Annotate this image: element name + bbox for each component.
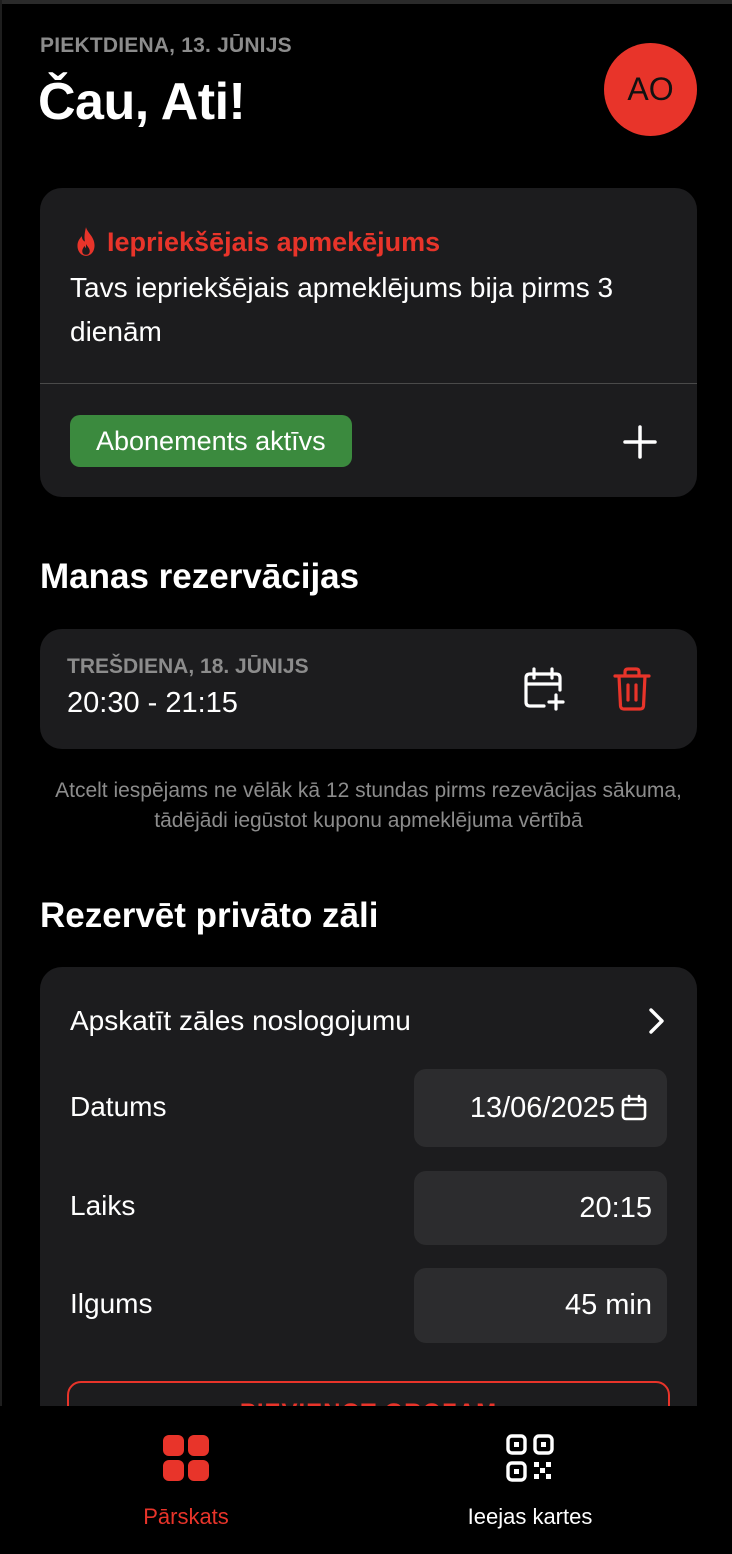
nav-overview-label: Pārskats [143,1504,229,1529]
cancellation-note: Atcelt iespējams ne vēlāk kā 12 stundas … [55,779,682,832]
trash-icon [613,667,651,711]
reservations-section-title: Manas rezervācijas [40,557,360,596]
time-label: Laiks [70,1190,136,1221]
date-label: Datums [70,1091,167,1122]
calendar-plus-icon [524,667,565,711]
time-input-field[interactable]: 20:15 [414,1171,667,1245]
greeting-title: Čau, Ati! [38,73,246,131]
avatar-initials: AO [627,71,674,107]
date-picker-field[interactable]: 13/06/2025 [414,1069,667,1147]
booking-section-title: Rezervēt privāto zāli [40,896,379,935]
avatar[interactable]: AO [604,43,697,136]
dashboard-grid-icon [163,1435,209,1481]
time-value: 20:15 [579,1191,652,1224]
add-subscription-button[interactable] [620,422,660,462]
bottom-navigation: Pārskats Ieejas kartes [0,1406,732,1554]
last-visit-card: Iepriekšējais apmekējums Tavs iepriekšēj… [40,188,697,497]
nav-entry-cards-label: Ieejas kartes [467,1504,593,1529]
duration-label: Ilgums [70,1288,153,1319]
view-occupancy-link[interactable]: Apskatīt zāles noslogojumu [70,1001,667,1041]
last-visit-title: Iepriekšējais apmekējums [107,226,441,257]
delete-reservation-button[interactable] [612,666,652,712]
chevron-right-icon [649,1008,664,1034]
calendar-icon [621,1094,647,1121]
flame-icon [77,227,95,256]
nav-tab-entry-cards[interactable]: Ieejas kartes [440,1406,620,1554]
reservation-date: TREŠDIENA, 18. JŪNIJS [67,655,309,678]
last-visit-heading: Iepriekšējais apmekējums [73,226,440,258]
duration-input-field[interactable]: 45 min [414,1268,667,1343]
nav-tab-overview[interactable]: Pārskats [110,1406,262,1554]
booking-card: Apskatīt zāles noslogojumu Datums 13/06/… [40,967,697,1406]
last-visit-text: Tavs iepriekšējais apmeklējums bija pirm… [70,272,614,347]
main-scroll-area[interactable]: PIEKTDIENA, 13. JŪNIJS Čau, Ati! AO Iepr… [0,0,732,1406]
duration-value: 45 min [564,1289,652,1321]
date-value: 13/06/2025 [469,1091,615,1124]
current-date: PIEKTDIENA, 13. JŪNIJS [40,34,292,57]
subscription-status-badge: Abonements aktīvs [70,415,352,467]
qr-code-icon [506,1434,554,1482]
add-to-cart-button[interactable]: PIEVIENOT GROZAM [67,1381,670,1406]
card-divider [40,383,697,384]
reservation-time: 20:30 - 21:15 [67,687,238,719]
add-to-calendar-button[interactable] [522,666,566,712]
reservation-card: TREŠDIENA, 18. JŪNIJS 20:30 - 21:15 [40,629,697,749]
view-occupancy-label: Apskatīt zāles noslogojumu [70,1005,411,1036]
plus-icon [623,425,657,459]
